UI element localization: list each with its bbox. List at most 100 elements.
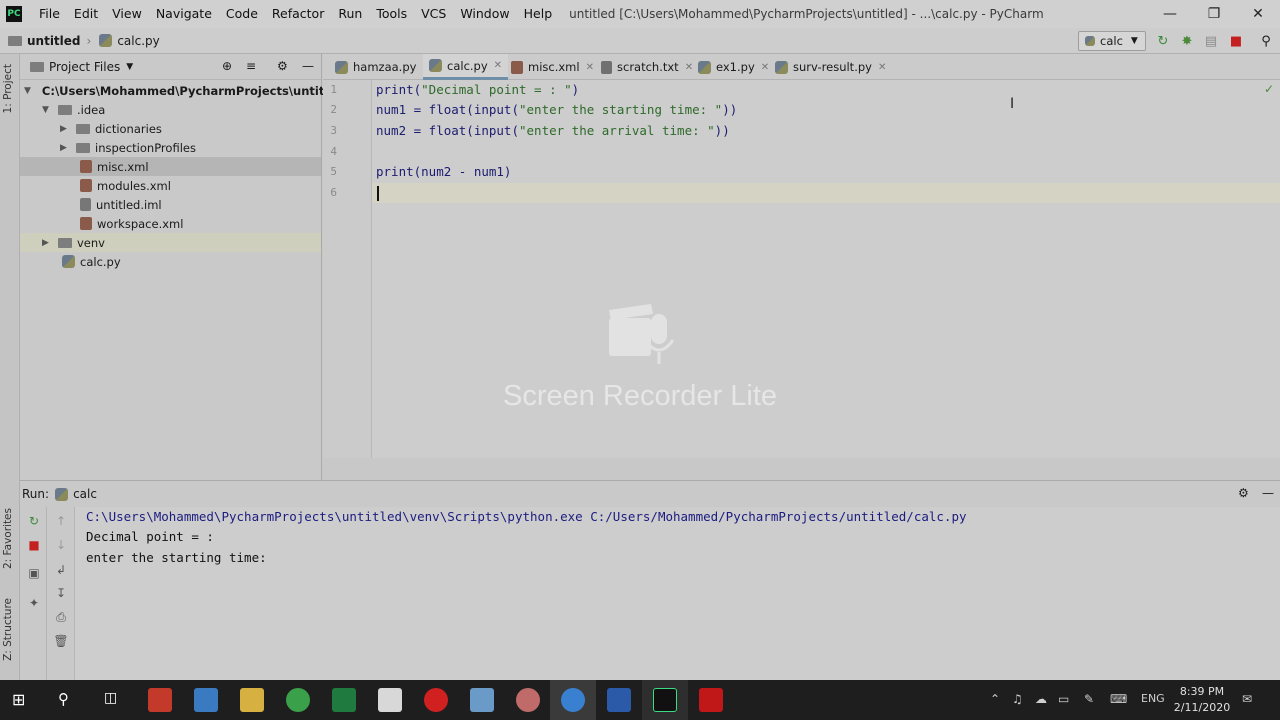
close-icon[interactable]: ✕ — [878, 62, 886, 73]
menu-code[interactable]: Code — [219, 0, 265, 28]
arrow-down-icon[interactable]: ↓ — [53, 537, 69, 553]
tree-item-calc-py[interactable]: calc.py — [20, 252, 321, 271]
scroll-to-end-icon[interactable]: ↧ — [53, 585, 69, 601]
favorites-tool-tab[interactable]: 2: Favorites — [2, 508, 14, 569]
system-clock[interactable]: 8:39 PM 2/11/2020 — [1172, 684, 1232, 716]
run-config-selector[interactable]: calc ▼ — [1078, 31, 1146, 51]
excel-icon[interactable] — [332, 688, 356, 712]
tab-misc-xml[interactable]: misc.xml ✕ — [505, 54, 600, 80]
chevron-down-icon: ▼ — [42, 104, 49, 115]
breadcrumb-file[interactable]: calc.py — [99, 34, 160, 48]
menu-vcs[interactable]: VCS — [414, 0, 453, 28]
word-icon[interactable] — [607, 688, 631, 712]
arrow-up-icon[interactable]: ↑ — [53, 513, 69, 529]
hide-icon[interactable]: — — [1262, 486, 1274, 500]
chrome-icon[interactable] — [286, 688, 310, 712]
screen-recorder-icon[interactable] — [699, 688, 723, 712]
windows-start-icon[interactable]: ⊞ — [12, 690, 25, 709]
notifications-icon[interactable]: ✉ — [1242, 692, 1252, 706]
tree-item-workspace-xml[interactable]: workspace.xml — [20, 214, 321, 233]
tree-item-venv[interactable]: ▶ venv — [20, 233, 321, 252]
restore-button[interactable]: ❐ — [1192, 0, 1236, 28]
menu-navigate[interactable]: Navigate — [149, 0, 219, 28]
hide-icon[interactable]: — — [302, 59, 314, 73]
language-indicator[interactable]: ENG — [1141, 692, 1165, 705]
pen-icon[interactable]: ✎ — [1084, 692, 1094, 706]
console-line: Decimal point = : — [86, 529, 214, 544]
xml-file-icon — [80, 217, 92, 230]
powerpoint-icon[interactable] — [148, 688, 172, 712]
stop-icon[interactable]: ■ — [1228, 33, 1244, 49]
locate-icon[interactable]: ⊕ — [222, 59, 232, 73]
chevron-up-icon[interactable]: ⌃ — [990, 692, 1000, 706]
menu-run[interactable]: Run — [331, 0, 369, 28]
debug-bug-icon[interactable]: ✸ — [1179, 33, 1195, 49]
tab-surv-result-py[interactable]: surv-result.py ✕ — [769, 54, 892, 80]
project-view-selector[interactable]: Project Files — [49, 60, 120, 74]
soft-wrap-icon[interactable]: ↲ — [53, 562, 69, 578]
trash-icon[interactable]: 🗑 — [53, 633, 69, 649]
menu-tools[interactable]: Tools — [369, 0, 414, 28]
chevron-down-icon: ▼ — [24, 85, 31, 96]
tab-ex1-py[interactable]: ex1.py ✕ — [692, 54, 775, 80]
run-tab-calc[interactable]: calc — [73, 487, 97, 501]
close-window-button[interactable]: ✕ — [1236, 0, 1280, 28]
menu-refactor[interactable]: Refactor — [265, 0, 331, 28]
tree-item-dictionaries[interactable]: ▶ dictionaries — [20, 119, 321, 138]
close-icon[interactable]: ✕ — [494, 60, 502, 71]
network-icon[interactable]: ☁ — [1035, 692, 1047, 706]
menu-help[interactable]: Help — [517, 0, 560, 28]
file-explorer-icon[interactable] — [240, 688, 264, 712]
gear-icon[interactable]: ⚙ — [1238, 486, 1249, 500]
volume-icon[interactable]: ♫ — [1012, 692, 1023, 706]
menu-edit[interactable]: Edit — [67, 0, 105, 28]
code-line-1: print("Decimal point = : ") — [376, 82, 580, 97]
tree-item-idea[interactable]: ▼ .idea — [20, 100, 321, 119]
opera-icon[interactable] — [424, 688, 448, 712]
structure-tool-tab[interactable]: Z: Structure — [2, 598, 14, 661]
project-tool-tab[interactable]: 1: Project — [2, 64, 14, 113]
search-icon[interactable]: ⚲ — [1258, 33, 1274, 49]
breadcrumb-project[interactable]: untitled — [8, 34, 81, 48]
app-icon[interactable] — [470, 688, 494, 712]
collapse-all-icon[interactable]: ≡ — [246, 59, 256, 73]
menu-file[interactable]: File — [32, 0, 67, 28]
rerun-icon[interactable]: ↻ — [26, 513, 42, 529]
battery-icon[interactable]: ▭ — [1058, 692, 1069, 706]
rerun-icon[interactable]: ↻ — [1155, 33, 1171, 49]
close-icon[interactable]: ✕ — [761, 62, 769, 73]
coverage-icon[interactable]: ▤ — [1203, 33, 1219, 49]
tree-item-modules-xml[interactable]: modules.xml — [20, 176, 321, 195]
task-view-icon[interactable]: ◫ — [104, 690, 117, 706]
minimize-button[interactable]: — — [1148, 0, 1192, 28]
tab-hamzaa-py[interactable]: hamzaa.py ✕ — [329, 54, 437, 80]
tree-item-misc-xml[interactable]: misc.xml — [20, 157, 321, 176]
chrome-icon[interactable] — [561, 688, 585, 712]
chevron-down-icon[interactable]: ▼ — [126, 62, 133, 72]
app-icon[interactable] — [516, 688, 540, 712]
keyboard-icon[interactable]: ⌨ — [1110, 692, 1127, 706]
restore-layout-icon[interactable]: ▣ — [26, 565, 42, 581]
stop-icon[interactable]: ■ — [26, 537, 42, 553]
folder-icon — [76, 123, 90, 134]
project-panel: Project Files ▼ ⊕ ≡ ⚙ — ▼ C:\Users\Moham… — [20, 54, 344, 480]
close-icon[interactable]: ✕ — [586, 62, 594, 73]
gear-icon[interactable]: ⚙ — [277, 59, 288, 73]
menu-view[interactable]: View — [105, 0, 149, 28]
console-output[interactable]: C:\Users\Mohammed\PycharmProjects\untitl… — [75, 507, 1280, 681]
tree-item-root[interactable]: ▼ C:\Users\Mohammed\PycharmProjects\unti… — [20, 81, 344, 100]
chevron-down-icon: ▼ — [1130, 36, 1138, 46]
mail-icon[interactable] — [378, 688, 402, 712]
store-icon[interactable] — [194, 688, 218, 712]
run-label: Run: — [22, 487, 50, 501]
search-icon[interactable]: ⚲ — [58, 690, 69, 708]
pin-icon[interactable]: ✦ — [26, 595, 42, 611]
tab-scratch-txt[interactable]: scratch.txt ✕ — [595, 54, 699, 80]
tree-item-untitled-iml[interactable]: untitled.iml — [20, 195, 321, 214]
menu-window[interactable]: Window — [453, 0, 516, 28]
tree-item-inspection-profiles[interactable]: ▶ inspectionProfiles — [20, 138, 321, 157]
pycharm-icon[interactable] — [653, 688, 677, 712]
tab-calc-py[interactable]: calc.py ✕ — [423, 54, 509, 80]
windows-taskbar: ⊞ ⚲ ◫ ⌃ ♫ ☁ ▭ ✎ ⌨ ENG 8:39 PM 2/11/2020 … — [0, 680, 1280, 720]
print-icon[interactable]: ⎙ — [53, 609, 69, 625]
